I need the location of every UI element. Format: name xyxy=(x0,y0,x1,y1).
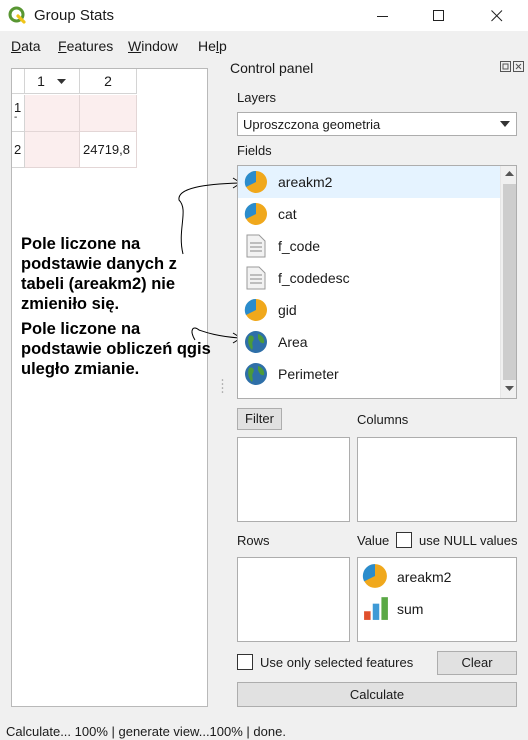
globe-icon xyxy=(245,331,267,353)
scroll-thumb[interactable] xyxy=(503,184,516,380)
field-item-gid[interactable]: gid xyxy=(238,294,500,326)
table-cell[interactable] xyxy=(80,95,137,132)
menu-features[interactable]: Features xyxy=(58,38,113,54)
value-box[interactable]: areakm2 sum xyxy=(357,557,517,642)
table-cell[interactable] xyxy=(25,132,80,168)
pie-chart-icon xyxy=(244,298,267,321)
scroll-down-icon[interactable] xyxy=(505,386,514,392)
table-corner xyxy=(12,69,25,94)
layer-dropdown[interactable]: Uproszczona geometria xyxy=(237,112,517,136)
maximize-button[interactable] xyxy=(416,0,462,31)
value-label: Value xyxy=(357,533,390,548)
field-item-cat[interactable]: cat xyxy=(238,198,500,230)
columns-label: Columns xyxy=(357,412,409,427)
null-values-checkbox[interactable] xyxy=(396,532,412,548)
pie-chart-icon xyxy=(244,202,267,225)
rows-label: Rows xyxy=(237,533,270,548)
qgis-icon xyxy=(8,6,26,24)
fields-label: Fields xyxy=(237,143,272,158)
bar-chart-icon xyxy=(364,597,388,620)
pie-chart-icon xyxy=(362,564,387,588)
menu-help[interactable]: Help xyxy=(198,38,227,54)
results-table[interactable]: 1 2 1 - 2 24719,8 xyxy=(11,68,208,707)
minimize-icon xyxy=(377,15,388,17)
value-item-areakm2[interactable]: areakm2 xyxy=(358,560,516,592)
filter-box[interactable] xyxy=(237,437,350,522)
calculate-button[interactable]: Calculate xyxy=(237,682,517,707)
field-item-f-code[interactable]: f_code xyxy=(238,230,500,262)
table-cell[interactable]: 24719,8 xyxy=(80,132,137,168)
close-icon xyxy=(491,9,503,21)
title-bar: Group Stats xyxy=(0,0,528,31)
field-item-areakm2[interactable]: areakm2 xyxy=(238,166,500,198)
column-header-1[interactable]: 1 xyxy=(25,69,80,94)
rows-box[interactable] xyxy=(237,557,350,642)
fields-list[interactable]: areakm2 cat f_code f_codedesc gid Area P… xyxy=(237,165,517,399)
column-header-2[interactable]: 2 xyxy=(80,69,137,94)
globe-icon xyxy=(245,363,267,385)
menu-window[interactable]: Window xyxy=(128,38,178,54)
maximize-icon xyxy=(433,9,444,21)
only-selected-checkbox[interactable] xyxy=(237,654,253,670)
fields-scrollbar[interactable] xyxy=(500,166,516,398)
annotation-arrows xyxy=(178,177,242,344)
minimize-button[interactable] xyxy=(360,0,406,31)
close-button[interactable] xyxy=(474,0,520,31)
columns-box[interactable] xyxy=(357,437,517,522)
menu-data[interactable]: Data xyxy=(11,38,41,54)
sort-down-icon xyxy=(56,79,66,84)
filter-button[interactable]: Filter xyxy=(237,408,282,430)
field-item-f-codedesc[interactable]: f_codedesc xyxy=(238,262,500,294)
window-title: Group Stats xyxy=(34,7,115,24)
splitter-handle[interactable] xyxy=(221,378,224,394)
field-item-area[interactable]: Area xyxy=(238,326,500,358)
document-icon xyxy=(246,266,266,290)
null-values-label: use NULL values xyxy=(419,533,518,548)
status-bar: Calculate... 100% | generate view...100%… xyxy=(0,720,528,740)
document-icon xyxy=(246,234,266,258)
row-header-1[interactable]: 1 - xyxy=(12,95,25,132)
float-icon[interactable] xyxy=(500,61,511,72)
row-header-2[interactable]: 2 xyxy=(12,132,25,168)
chevron-down-icon xyxy=(500,121,510,127)
field-item-perimeter[interactable]: Perimeter xyxy=(238,358,500,390)
value-item-sum[interactable]: sum xyxy=(358,592,516,624)
layers-label: Layers xyxy=(237,90,277,105)
layer-selected-value: Uproszczona geometria xyxy=(243,117,381,132)
table-cell[interactable] xyxy=(25,95,80,132)
only-selected-label: Use only selected features xyxy=(260,655,414,670)
scroll-up-icon[interactable] xyxy=(505,171,514,177)
menu-bar: Data Features Window Help xyxy=(0,33,528,59)
clear-button[interactable]: Clear xyxy=(437,651,517,675)
control-panel-title: Control panel xyxy=(230,60,314,76)
close-panel-icon[interactable] xyxy=(513,61,524,72)
panel-controls xyxy=(500,61,524,72)
status-text: Calculate... 100% | generate view...100%… xyxy=(6,724,286,739)
pie-chart-icon xyxy=(244,170,267,193)
